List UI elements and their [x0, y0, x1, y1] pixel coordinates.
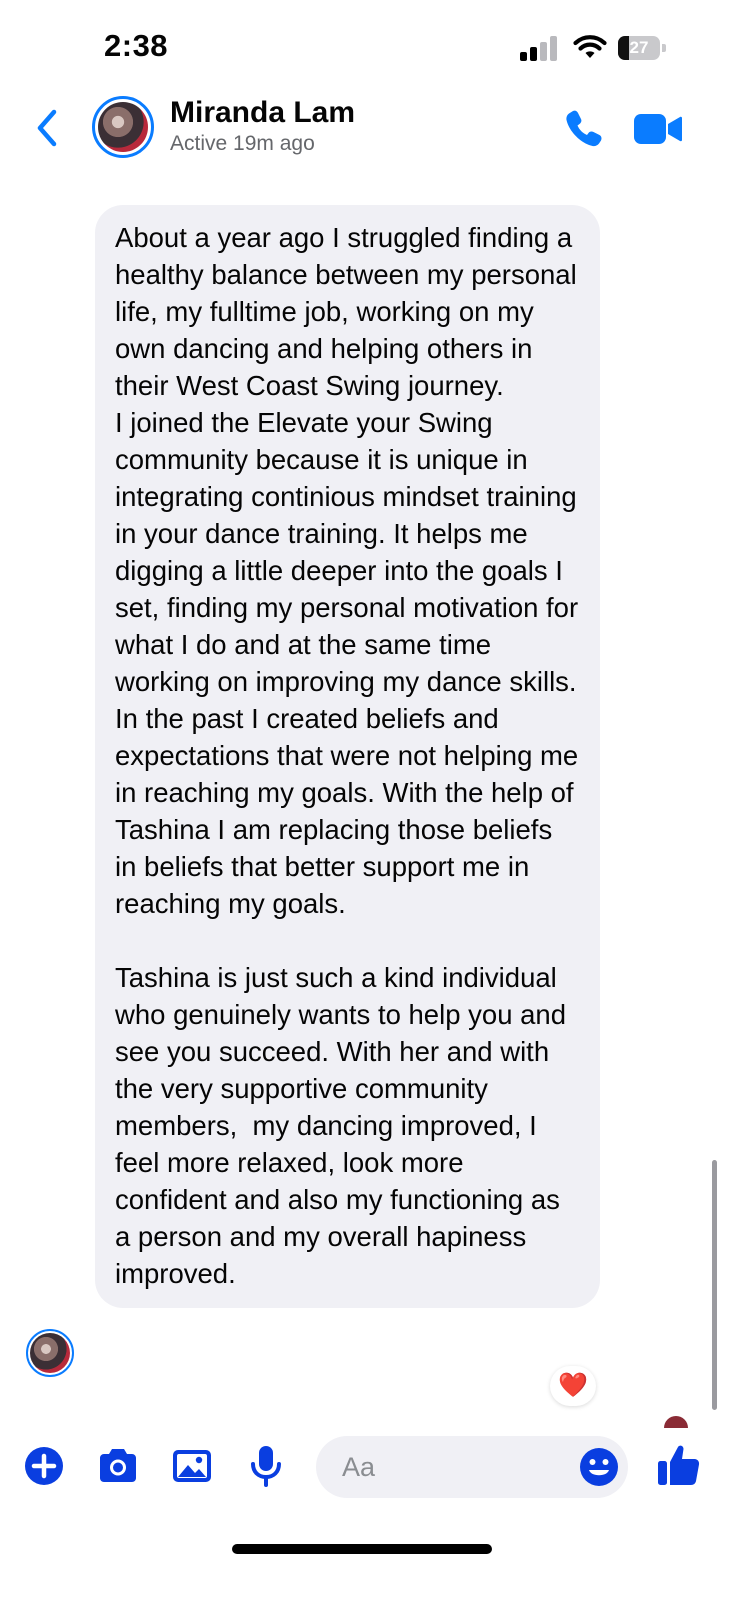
battery-nub [662, 44, 666, 52]
active-status: Active 19m ago [170, 132, 315, 155]
video-call-icon[interactable] [634, 114, 682, 144]
battery-icon: 27 [618, 36, 660, 60]
heart-reaction[interactable]: ❤️ [550, 1366, 596, 1406]
avatar-photo [98, 102, 148, 152]
microphone-icon[interactable] [244, 1444, 288, 1488]
camera-icon[interactable] [96, 1444, 140, 1488]
back-arrow-icon[interactable] [30, 106, 66, 150]
battery-indicator: 27 [618, 36, 666, 60]
contact-avatar[interactable] [92, 96, 154, 158]
sender-avatar[interactable] [26, 1329, 74, 1377]
cellular-signal-icon [520, 35, 564, 61]
status-time: 2:38 [104, 28, 169, 63]
status-bar: 2:38 27 [0, 0, 738, 92]
message-composer: Aa [0, 1430, 738, 1510]
plus-icon[interactable] [22, 1444, 66, 1488]
phone-call-icon[interactable] [564, 108, 604, 148]
seen-indicator-avatar [664, 1416, 688, 1428]
thumbs-up-icon[interactable] [656, 1442, 702, 1488]
emoji-icon[interactable] [578, 1446, 620, 1488]
home-indicator [232, 1544, 492, 1554]
battery-percent: 27 [629, 38, 649, 57]
scrollbar[interactable] [712, 1160, 717, 1410]
contact-name[interactable]: Miranda Lam [170, 96, 355, 130]
avatar-photo [30, 1333, 70, 1373]
image-icon[interactable] [170, 1444, 214, 1488]
wifi-icon [573, 35, 607, 58]
conversation-header: Miranda Lam Active 19m ago [0, 92, 738, 162]
message-bubble[interactable]: About a year ago I struggled finding a h… [95, 205, 600, 1308]
message-input-placeholder: Aa [342, 1452, 376, 1482]
